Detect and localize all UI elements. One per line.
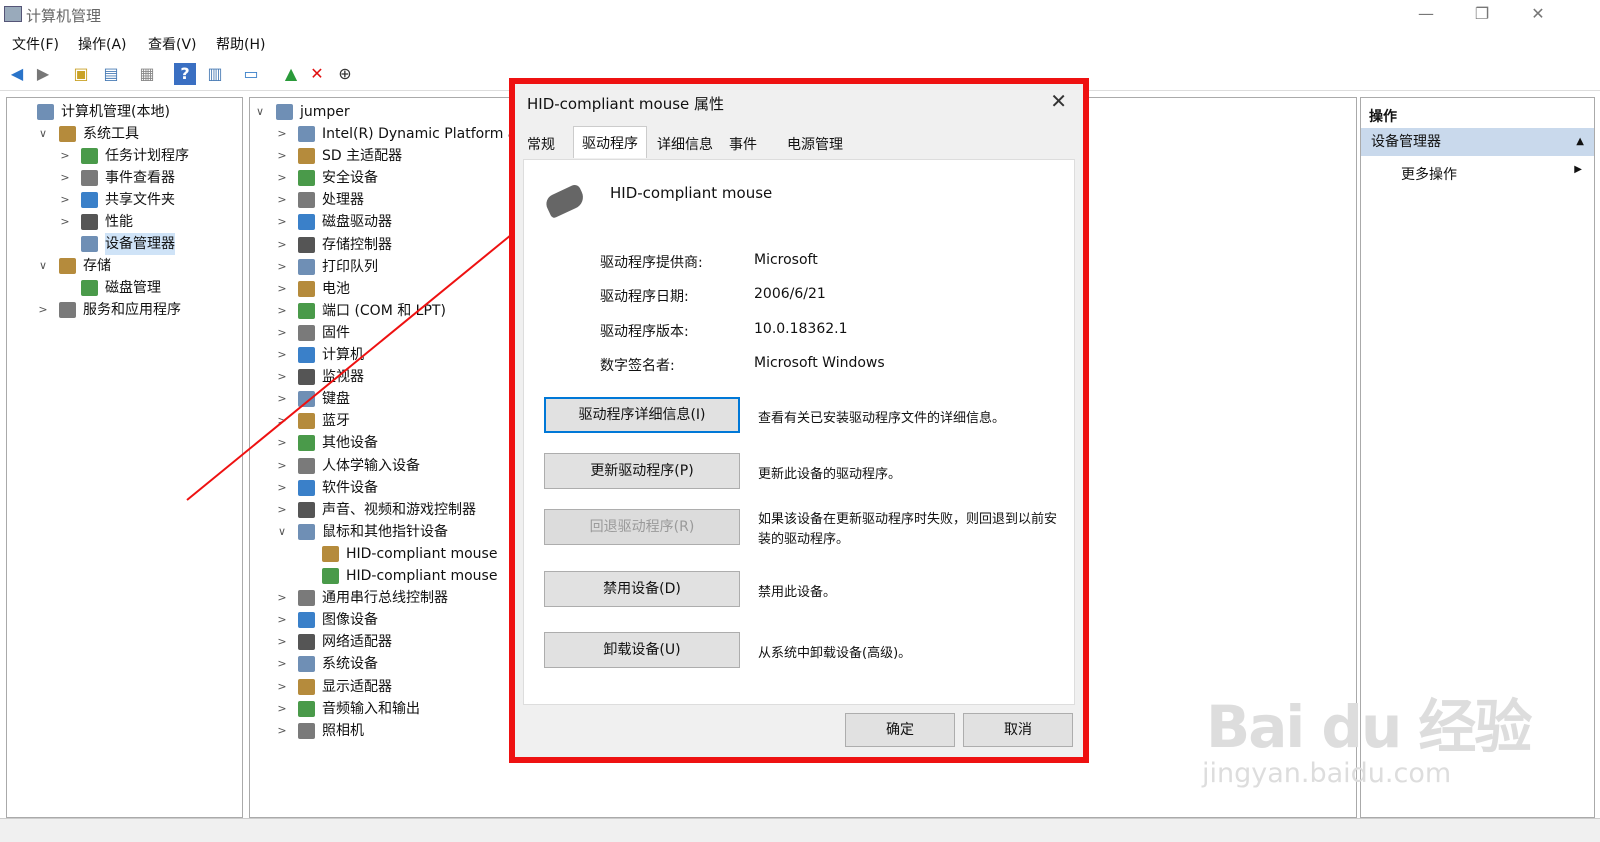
driver-provider-value: Microsoft: [754, 252, 818, 268]
driver-version-label: 驱动程序版本:: [600, 324, 689, 340]
tab-general[interactable]: 常规: [519, 128, 563, 158]
tab-driver[interactable]: 驱动程序: [573, 126, 647, 158]
device-name: HID-compliant mouse: [610, 184, 773, 202]
update-driver-desc: 更新此设备的驱动程序。: [758, 467, 902, 482]
dialog-title: HID-compliant mouse 属性: [527, 95, 725, 113]
mouse-icon: [543, 183, 587, 219]
driver-details-desc: 查看有关已安装驱动程序文件的详细信息。: [758, 411, 1006, 426]
uninstall-device-desc: 从系统中卸载设备(高级)。: [758, 646, 912, 661]
uninstall-device-button[interactable]: 卸载设备(U): [544, 632, 740, 668]
driver-provider-label: 驱动程序提供商:: [600, 255, 703, 271]
ok-button[interactable]: 确定: [845, 713, 955, 747]
disable-device-button[interactable]: 禁用设备(D): [544, 571, 740, 607]
driver-date-value: 2006/6/21: [754, 286, 826, 302]
cancel-button[interactable]: 取消: [963, 713, 1073, 747]
properties-dialog: HID-compliant mouse 属性 ✕ 常规 驱动程序 详细信息 事件…: [509, 78, 1089, 763]
digital-signer-label: 数字签名者:: [600, 358, 675, 374]
driver-details-button[interactable]: 驱动程序详细信息(I): [544, 397, 740, 433]
dialog-close-icon[interactable]: ✕: [1050, 89, 1067, 113]
disable-device-desc: 禁用此设备。: [758, 585, 837, 600]
roll-back-driver-button[interactable]: 回退驱动程序(R): [544, 509, 740, 545]
digital-signer-value: Microsoft Windows: [754, 355, 885, 371]
driver-tab-panel: HID-compliant mouse 驱动程序提供商: Microsoft 驱…: [523, 159, 1075, 705]
update-driver-button[interactable]: 更新驱动程序(P): [544, 453, 740, 489]
tab-details[interactable]: 详细信息: [649, 128, 721, 158]
tab-events[interactable]: 事件: [721, 128, 765, 158]
roll-back-driver-desc: 如果该设备在更新驱动程序时失败，则回退到以前安装的驱动程序。: [758, 512, 1058, 547]
driver-version-value: 10.0.18362.1: [754, 321, 848, 337]
tab-power-management[interactable]: 电源管理: [779, 128, 851, 158]
driver-date-label: 驱动程序日期:: [600, 289, 689, 305]
